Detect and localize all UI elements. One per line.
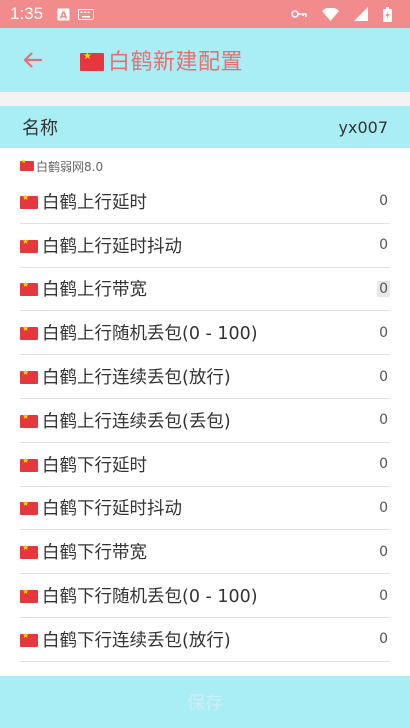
setting-row-uplink-bandwidth[interactable]: 白鹤上行带宽 0 — [20, 268, 390, 312]
china-flag-icon — [20, 324, 38, 341]
china-flag-icon — [20, 631, 38, 647]
china-flag-icon — [20, 587, 38, 604]
china-flag-icon — [20, 456, 38, 472]
setting-row-uplink-delay[interactable]: 白鹤上行延时 0 — [20, 180, 390, 224]
app-a-icon: A — [57, 8, 70, 21]
china-flag-icon — [20, 368, 38, 385]
svg-text:A: A — [60, 10, 68, 21]
setting-value-input[interactable]: 0 — [377, 325, 390, 341]
back-arrow-icon — [23, 52, 42, 68]
status-bar: 1:35 A — [0, 0, 410, 28]
section-label: 白鹤弱网8.0 — [0, 148, 410, 180]
setting-label: 白鹤上行延时抖动 — [42, 236, 182, 257]
setting-value-input[interactable]: 0 — [377, 237, 390, 253]
china-flag-icon — [20, 158, 34, 171]
save-button[interactable]: 保存 — [0, 676, 410, 728]
config-list: 白鹤弱网8.0 白鹤上行延时 0 白鹤上行延时抖动 0 白鹤上行带宽 0 白鹤上行随机… — [0, 148, 410, 676]
setting-label: 白鹤上行延时 — [42, 192, 147, 213]
setting-label: 白鹤下行连续丢包(放行) — [42, 630, 231, 651]
setting-row-uplink-burst-drop[interactable]: 白鹤上行连续丢包(丢包) 0 — [20, 399, 390, 443]
setting-value-input[interactable]: 0 — [377, 500, 390, 516]
signal-icon — [354, 7, 368, 21]
setting-label: 白鹤上行带宽 — [42, 280, 147, 301]
setting-value-input[interactable]: 0 — [377, 369, 390, 385]
setting-value-input[interactable]: 0 — [377, 412, 390, 428]
china-flag-icon — [20, 237, 38, 253]
setting-label: 白鹤上行连续丢包(丢包) — [42, 411, 231, 432]
china-flag-icon — [20, 499, 38, 516]
name-value[interactable]: yx007 — [339, 118, 388, 137]
setting-value-input[interactable]: 0 — [377, 280, 390, 297]
china-flag-icon — [20, 193, 38, 209]
setting-value-input[interactable]: 0 — [377, 631, 390, 647]
name-field-row[interactable]: 名称 yx007 — [0, 106, 410, 148]
setting-row-uplink-burst-pass[interactable]: 白鹤上行连续丢包(放行) 0 — [20, 355, 390, 399]
page-title: 白鹤新建配置 — [80, 44, 243, 76]
back-button[interactable] — [0, 28, 64, 92]
setting-row-downlink-delay[interactable]: 白鹤下行延时 0 — [20, 443, 390, 487]
setting-label: 白鹤下行带宽 — [42, 543, 147, 564]
setting-value-input[interactable]: 0 — [377, 193, 390, 209]
vpn-key-icon — [291, 9, 307, 19]
setting-label: 白鹤上行连续丢包(放行) — [42, 368, 231, 389]
setting-label: 白鹤上行随机丢包(0 - 100) — [42, 324, 258, 345]
setting-value-input[interactable]: 0 — [377, 456, 390, 472]
setting-label: 白鹤下行延时 — [42, 455, 147, 476]
setting-row-downlink-burst-pass[interactable]: 白鹤下行连续丢包(放行) 0 — [20, 618, 390, 662]
setting-row-downlink-jitter[interactable]: 白鹤下行延时抖动 0 — [20, 487, 390, 531]
china-flag-icon — [80, 51, 104, 71]
keyboard-icon — [78, 8, 95, 20]
name-label: 名称 — [22, 118, 58, 139]
setting-row-downlink-bandwidth[interactable]: 白鹤下行带宽 0 — [20, 530, 390, 575]
china-flag-icon — [20, 280, 38, 297]
setting-row-uplink-random-loss[interactable]: 白鹤上行随机丢包(0 - 100) 0 — [20, 311, 390, 356]
setting-value-input[interactable]: 0 — [377, 544, 390, 560]
setting-value-input[interactable]: 0 — [377, 588, 390, 604]
setting-row-downlink-random-loss[interactable]: 白鹤下行随机丢包(0 - 100) 0 — [20, 574, 390, 618]
setting-label: 白鹤下行延时抖动 — [42, 499, 182, 520]
china-flag-icon — [20, 412, 38, 428]
setting-row-uplink-jitter[interactable]: 白鹤上行延时抖动 0 — [20, 224, 390, 268]
wifi-icon — [322, 7, 339, 21]
setting-label: 白鹤下行随机丢包(0 - 100) — [42, 587, 258, 608]
china-flag-icon — [20, 543, 38, 560]
app-bar: 白鹤新建配置 — [0, 28, 410, 92]
battery-icon — [383, 6, 392, 22]
status-time: 1:35 — [10, 4, 44, 23]
